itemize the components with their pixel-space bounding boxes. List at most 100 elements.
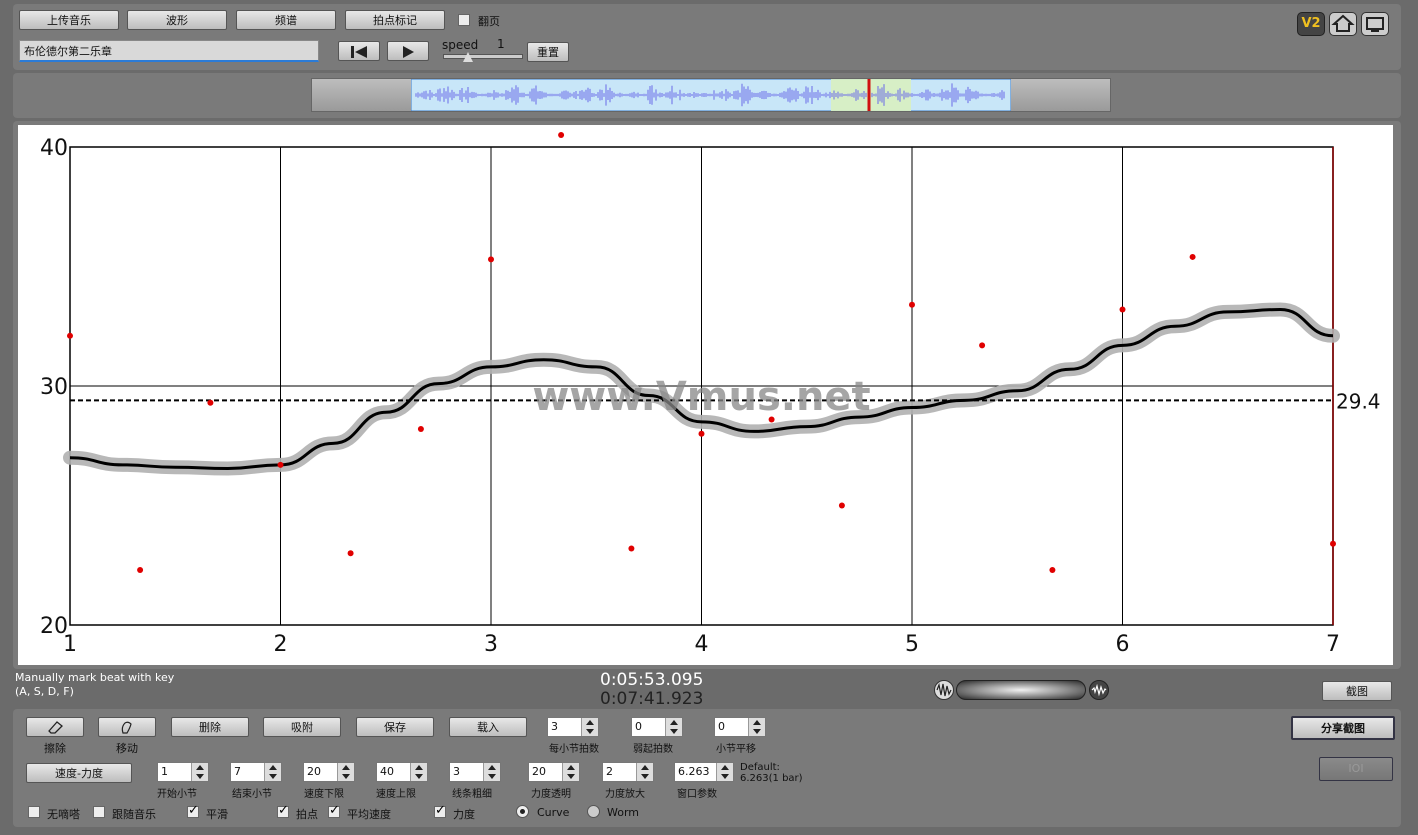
- dyn-transparency-label: 力度透明: [531, 789, 571, 800]
- home-icon[interactable]: [1329, 12, 1357, 36]
- tempo-dynamics-button[interactable]: 速度-力度: [26, 763, 132, 783]
- x-tick-label: 2: [274, 632, 288, 657]
- no-metronome-checkbox[interactable]: [28, 806, 40, 818]
- y-tick-label: 40: [40, 136, 68, 161]
- beats-label: 拍点: [296, 808, 318, 821]
- waveform-window[interactable]: [411, 79, 1011, 111]
- volume-slider[interactable]: [956, 680, 1086, 700]
- start-bar-value: 1: [161, 765, 168, 778]
- beat-point: [137, 567, 144, 574]
- tempo-max-value: 40: [380, 765, 394, 778]
- curve-radio[interactable]: [516, 805, 529, 818]
- beat-point: [909, 301, 915, 308]
- avg-tempo-checkbox[interactable]: [328, 803, 340, 818]
- tempo-chart[interactable]: 1 2 3 4 5 6 720304029.4www.Vmus.net: [18, 125, 1393, 665]
- default-info-line-2: 6.263(1 bar): [740, 773, 803, 784]
- reset-button[interactable]: 重置: [527, 42, 569, 62]
- upload-music-button[interactable]: 上传音乐: [19, 10, 119, 30]
- play-icon: [403, 46, 414, 58]
- beat-point: [558, 132, 565, 139]
- skip-back-icon: [351, 46, 367, 58]
- speed-slider[interactable]: [443, 54, 523, 59]
- total-time: 0:07:41.923: [600, 689, 704, 709]
- speed-slider-thumb[interactable]: [463, 52, 473, 62]
- top-toolbar: 上传音乐 波形 频谱 拍点标记 翻页 布伦德尔第二乐章 speed 1 重置 V…: [13, 4, 1401, 70]
- eraser-icon: [48, 721, 63, 734]
- share-screenshot-button[interactable]: 分享截图: [1291, 716, 1395, 740]
- line-width-stepper[interactable]: 3: [449, 762, 501, 782]
- beat-point: [207, 399, 214, 406]
- no-metronome-label: 无嘀嗒: [47, 808, 80, 821]
- start-bar-label: 开始小节: [157, 789, 197, 800]
- fullscreen-icon[interactable]: [1361, 12, 1389, 36]
- save-button[interactable]: 保存: [356, 717, 434, 737]
- window-param-label: 窗口参数: [677, 789, 717, 800]
- beats-per-bar-value: 3: [551, 720, 558, 733]
- bar-shift-value: 0: [718, 720, 725, 733]
- title-input[interactable]: 布伦德尔第二乐章: [19, 40, 319, 62]
- tempo-min-value: 20: [307, 765, 321, 778]
- watermark-text: www.Vmus.net: [532, 374, 870, 420]
- beat-mark-button[interactable]: 拍点标记: [345, 10, 445, 30]
- v2-icon[interactable]: V2: [1297, 12, 1325, 36]
- erase-label: 擦除: [44, 742, 66, 755]
- waveform-toggle-icon[interactable]: [934, 680, 954, 700]
- beats-per-bar-stepper[interactable]: 3: [547, 717, 599, 737]
- beat-point: [1049, 567, 1056, 574]
- x-tick-label: 7: [1326, 632, 1340, 657]
- end-bar-stepper[interactable]: 7: [230, 762, 282, 782]
- beat-point: [417, 426, 424, 433]
- ioi-button[interactable]: IOI: [1319, 757, 1393, 781]
- hint-line-1: Manually mark beat with key: [15, 671, 175, 684]
- spectrum-button[interactable]: 频谱: [236, 10, 336, 30]
- dyn-zoom-label: 力度放大: [605, 789, 645, 800]
- default-info-line-1: Default:: [740, 762, 780, 773]
- beats-checkbox[interactable]: [277, 803, 289, 818]
- beat-point: [698, 430, 705, 437]
- load-button[interactable]: 载入: [449, 717, 527, 737]
- dyn-zoom-value: 2: [606, 765, 613, 778]
- speed-label: speed: [442, 38, 479, 52]
- x-tick-label: 6: [1116, 632, 1130, 657]
- smooth-checkbox[interactable]: [187, 803, 199, 818]
- pickup-beats-label: 弱起拍数: [633, 744, 673, 755]
- page-turn-checkbox[interactable]: [458, 14, 470, 26]
- dyn-transparency-stepper[interactable]: 20: [528, 762, 580, 782]
- beat-point: [67, 332, 73, 339]
- skip-back-button[interactable]: [338, 41, 380, 61]
- tempo-min-label: 速度下限: [304, 789, 344, 800]
- pickup-beats-stepper[interactable]: 0: [631, 717, 683, 737]
- beats-per-bar-label: 每小节拍数: [549, 744, 599, 755]
- hand-icon: [121, 721, 132, 734]
- tempo-min-stepper[interactable]: 20: [303, 762, 355, 782]
- move-button[interactable]: [98, 717, 156, 737]
- audio-wave-icon[interactable]: [1089, 680, 1109, 700]
- tempo-max-label: 速度上限: [376, 789, 416, 800]
- worm-radio[interactable]: [587, 805, 600, 818]
- hint-line-2: (A, S, D, F): [15, 685, 74, 698]
- delete-button[interactable]: 删除: [171, 717, 249, 737]
- start-bar-stepper[interactable]: 1: [157, 762, 209, 782]
- follow-music-label: 跟随音乐: [112, 808, 156, 821]
- waveform-button[interactable]: 波形: [127, 10, 227, 30]
- dyn-zoom-stepper[interactable]: 2: [602, 762, 654, 782]
- snap-button[interactable]: 吸附: [263, 717, 341, 737]
- follow-music-checkbox[interactable]: [93, 806, 105, 818]
- play-button[interactable]: [387, 41, 429, 61]
- line-width-value: 3: [453, 765, 460, 778]
- dynamics-checkbox[interactable]: [434, 803, 446, 818]
- x-tick-label: 3: [484, 632, 498, 657]
- tempo-max-stepper[interactable]: 40: [376, 762, 428, 782]
- screenshot-button[interactable]: 截图: [1322, 681, 1392, 701]
- y-tick-label: 20: [40, 614, 68, 639]
- smooth-label: 平滑: [206, 808, 228, 821]
- erase-button[interactable]: [26, 717, 84, 737]
- beat-point: [1119, 306, 1126, 313]
- bar-shift-stepper[interactable]: 0: [714, 717, 766, 737]
- dynamics-label: 力度: [453, 808, 475, 821]
- window-param-stepper[interactable]: 6.263: [674, 762, 734, 782]
- end-bar-label: 结束小节: [232, 789, 272, 800]
- current-time: 0:05:53.095: [600, 670, 704, 690]
- bar-shift-label: 小节平移: [716, 744, 756, 755]
- speed-value: 1: [497, 37, 505, 51]
